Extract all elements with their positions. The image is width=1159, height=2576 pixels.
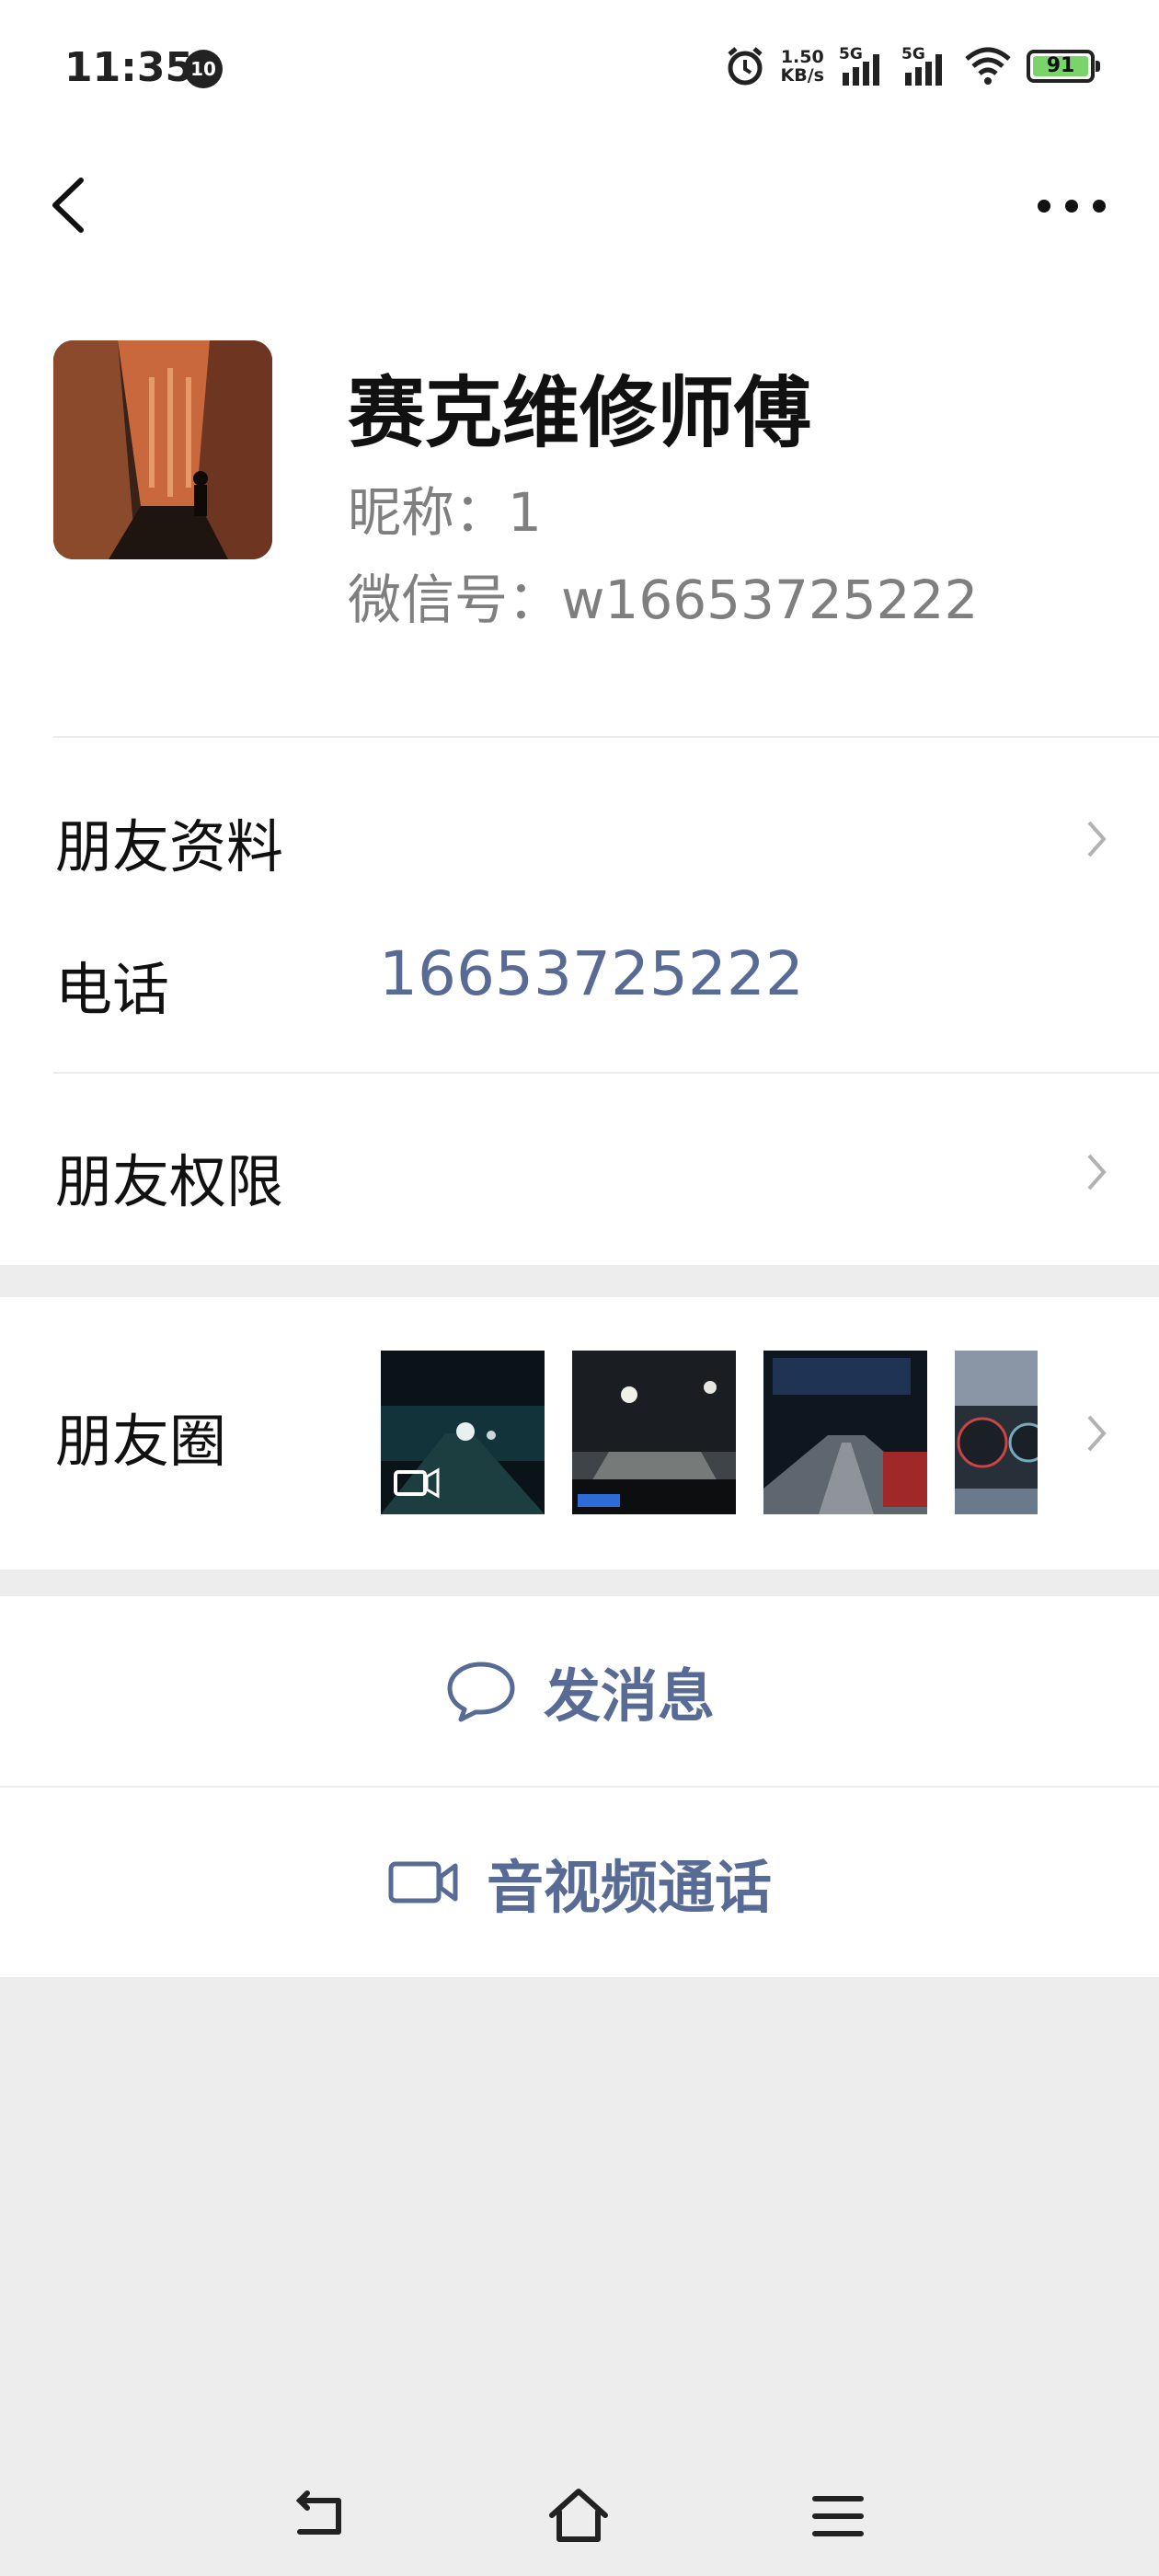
info-section: 朋友资料 电话 16653725222 朋友权限 — [0, 736, 1159, 1265]
moments-label: 朋友圈 — [55, 1408, 227, 1475]
friend-permissions-label: 朋友权限 — [55, 1148, 284, 1215]
chevron-right-icon — [1087, 821, 1107, 857]
network-speed-unit: KB/s — [780, 65, 824, 86]
more-options-icon[interactable] — [1030, 178, 1113, 234]
moments-thumbnail — [572, 1351, 736, 1514]
top-nav — [0, 138, 1159, 276]
system-nav-bar — [0, 2447, 1159, 2576]
status-icons: 1.50 KB/s 5G 5G 91 — [724, 40, 1100, 92]
menu-icon[interactable] — [806, 2484, 870, 2548]
chevron-right-icon — [1087, 1415, 1107, 1452]
profile-header: 赛克维修师傅 昵称：1 微信号：w16653725222 — [0, 276, 1159, 736]
send-message-button[interactable]: 发消息 — [0, 1596, 1159, 1786]
signal-sim2-icon: 5G — [901, 45, 949, 87]
video-camera-icon — [388, 1861, 458, 1903]
contact-name: 赛克维修师傅 — [348, 368, 812, 458]
phone-label: 电话 — [55, 956, 170, 1023]
moments-thumbnail — [955, 1351, 1038, 1514]
back-nav-icon[interactable] — [287, 2484, 351, 2548]
battery-icon: 91 — [1027, 50, 1100, 83]
chevron-right-icon — [1087, 1154, 1107, 1190]
contact-profile-page: 11:35 10 1.50 KB/s 5G 5G 91 赛克维修师傅 昵称：1 … — [0, 0, 1159, 2576]
signal-sim1-icon: 5G — [839, 45, 887, 87]
friend-info-row[interactable]: 朋友资料 — [0, 736, 1159, 902]
send-message-label: 发消息 — [543, 1662, 715, 1730]
status-time: 11:35 — [64, 44, 194, 91]
wifi-icon — [965, 47, 1011, 85]
contact-wechat-id: 微信号：w16653725222 — [348, 569, 979, 631]
friend-info-label: 朋友资料 — [55, 813, 284, 880]
moments-thumbnail-video — [381, 1351, 545, 1514]
back-icon[interactable] — [40, 173, 105, 237]
moments-row[interactable]: 朋友圈 — [0, 1297, 1159, 1570]
status-bar: 11:35 10 1.50 KB/s 5G 5G 91 — [0, 0, 1159, 138]
avatar[interactable] — [53, 340, 272, 559]
contact-nickname: 昵称：1 — [348, 481, 542, 544]
chat-bubble-icon — [447, 1662, 515, 1722]
action-buttons: 发消息 音视频通话 — [0, 1596, 1159, 1977]
alarm-icon — [727, 47, 763, 86]
home-icon[interactable] — [546, 2484, 611, 2548]
av-call-button[interactable]: 音视频通话 — [0, 1788, 1159, 1977]
notification-count-badge: 10 — [184, 50, 223, 88]
friend-permissions-row[interactable]: 朋友权限 — [0, 1074, 1159, 1265]
av-call-label: 音视频通话 — [486, 1854, 772, 1921]
moments-thumbnail — [763, 1351, 927, 1514]
phone-number-link[interactable]: 16653725222 — [379, 938, 804, 1009]
battery-level: 91 — [1033, 56, 1088, 76]
network-speed-value: 1.50 — [780, 47, 824, 67]
network-speed: 1.50 KB/s — [781, 48, 824, 85]
